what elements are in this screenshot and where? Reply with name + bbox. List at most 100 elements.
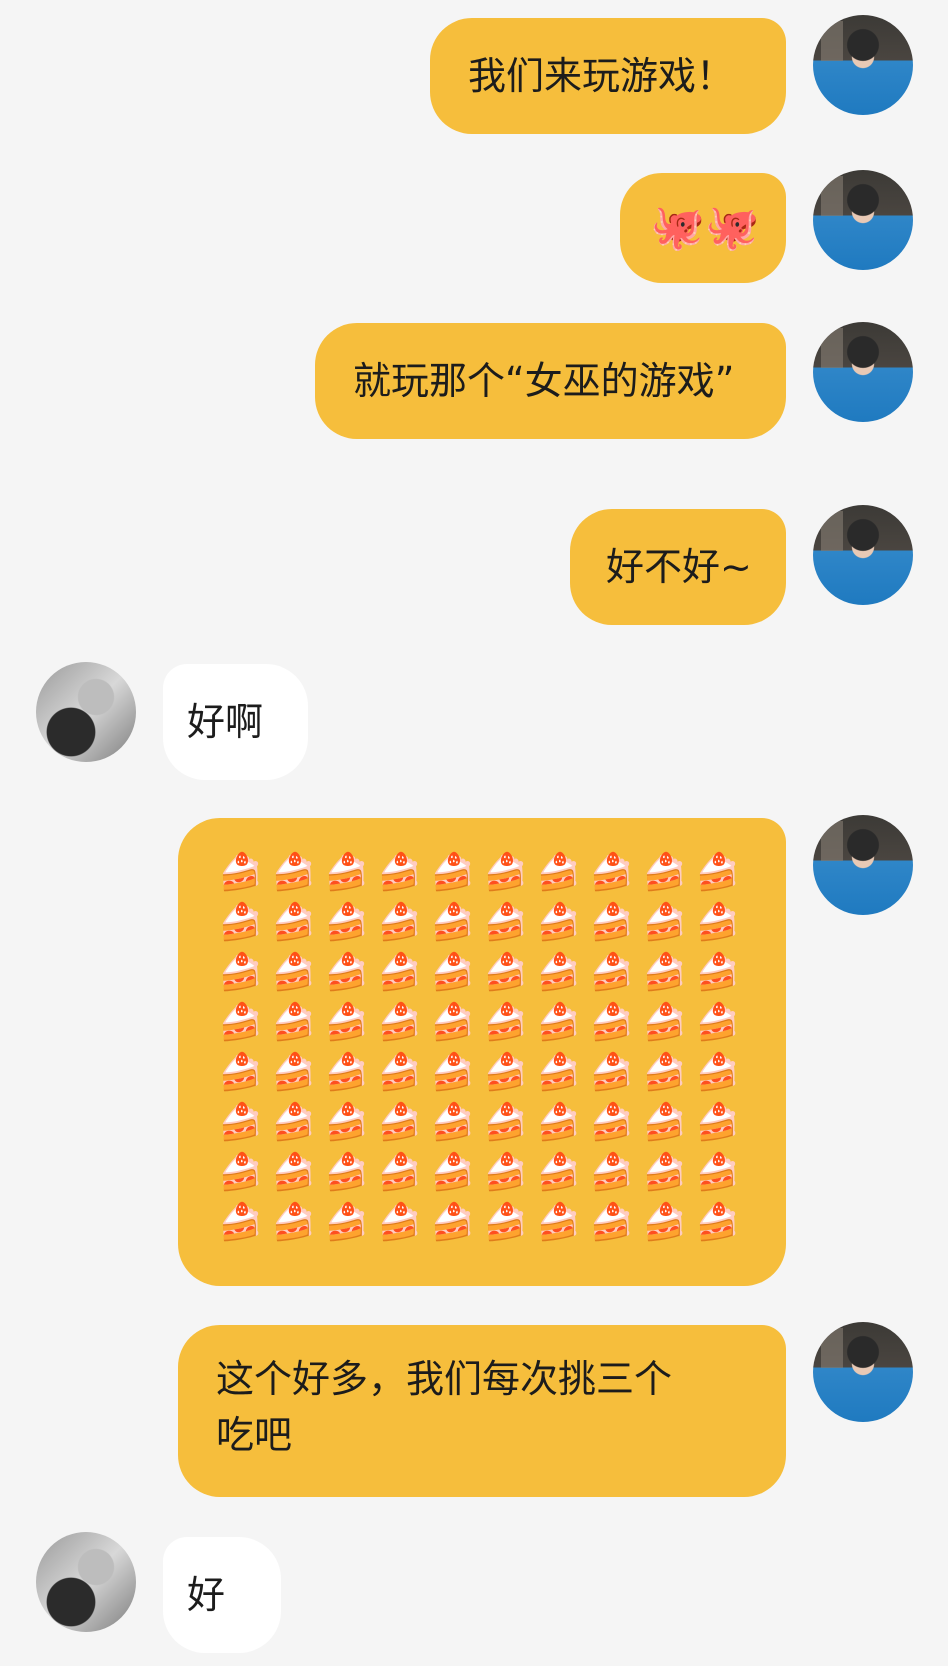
cake-emoji: 🍰	[377, 1102, 422, 1143]
cake-emoji: 🍰	[695, 1102, 740, 1143]
my-avatar[interactable]	[813, 1322, 913, 1422]
my-avatar[interactable]	[813, 505, 913, 605]
message-text: 好啊	[187, 700, 264, 744]
cake-emoji: 🍰	[483, 1202, 528, 1243]
message-bubble-3[interactable]: 就玩那个“女巫的游戏”	[315, 323, 786, 439]
cake-emoji: 🍰	[324, 1052, 369, 1093]
cake-emoji: 🍰	[271, 1052, 316, 1093]
cake-emoji: 🍰	[271, 1102, 316, 1143]
cake-emoji: 🍰	[642, 902, 687, 943]
cake-emoji: 🍰	[589, 1152, 634, 1193]
cake-emoji: 🍰	[483, 1002, 528, 1043]
cake-emoji: 🍰	[430, 1102, 475, 1143]
cake-emoji: 🍰	[271, 852, 316, 893]
cake-emoji: 🍰	[483, 1102, 528, 1143]
cake-emoji: 🍰	[483, 852, 528, 893]
cake-emoji: 🍰	[589, 1052, 634, 1093]
octopus-emoji-pair: 🐙🐙	[650, 202, 760, 253]
message-text: 就玩那个“女巫的游戏”	[353, 359, 735, 403]
cake-emoji: 🍰	[377, 952, 422, 993]
cake-emoji: 🍰	[430, 1052, 475, 1093]
message-bubble-4[interactable]: 好不好~	[570, 509, 786, 625]
cake-emoji: 🍰	[483, 902, 528, 943]
cake-emoji: 🍰	[324, 1002, 369, 1043]
cake-emoji: 🍰	[377, 902, 422, 943]
cake-emoji: 🍰	[695, 902, 740, 943]
cake-emoji: 🍰	[642, 1102, 687, 1143]
cake-emoji: 🍰	[218, 1052, 263, 1093]
cake-emoji: 🍰	[642, 1202, 687, 1243]
cake-emoji: 🍰	[483, 1152, 528, 1193]
cake-emoji: 🍰	[218, 1002, 263, 1043]
message-text: 我们来玩游戏！	[468, 54, 735, 98]
cake-emoji: 🍰	[271, 1152, 316, 1193]
cake-emoji: 🍰	[377, 1002, 422, 1043]
cake-emoji: 🍰	[271, 902, 316, 943]
cake-emoji: 🍰	[377, 852, 422, 893]
cake-emoji: 🍰	[218, 902, 263, 943]
cake-emoji: 🍰	[695, 852, 740, 893]
cake-emoji: 🍰	[218, 1102, 263, 1143]
cake-emoji: 🍰	[271, 952, 316, 993]
message-bubble-5[interactable]: 好啊	[163, 664, 308, 780]
cake-emoji: 🍰	[483, 1052, 528, 1093]
cake-emoji: 🍰	[377, 1152, 422, 1193]
cake-emoji: 🍰	[589, 1002, 634, 1043]
cake-emoji: 🍰	[324, 902, 369, 943]
cake-emoji: 🍰	[536, 902, 581, 943]
cake-emoji: 🍰	[324, 852, 369, 893]
cake-emoji: 🍰	[324, 1102, 369, 1143]
cake-emoji: 🍰	[536, 1152, 581, 1193]
message-bubble-7[interactable]: 这个好多，我们每次挑三个 吃吧	[178, 1325, 786, 1497]
cake-emoji: 🍰	[324, 952, 369, 993]
cake-emoji: 🍰	[642, 952, 687, 993]
cake-emoji-grid: 🍰 🍰 🍰 🍰 🍰 🍰 🍰 🍰 🍰 🍰 🍰 🍰 🍰 🍰 🍰 🍰 🍰 🍰 🍰 🍰 🍰 🍰 🍰 🍰 🍰 🍰 🍰 🍰 🍰 🍰 🍰 🍰 🍰 🍰 🍰 🍰 🍰 🍰 🍰 🍰…	[214, 848, 744, 1248]
cake-emoji: 🍰	[324, 1152, 369, 1193]
cake-emoji: 🍰	[536, 1202, 581, 1243]
cake-emoji: 🍰	[589, 902, 634, 943]
cake-emoji: 🍰	[642, 1002, 687, 1043]
message-bubble-1[interactable]: 我们来玩游戏！	[430, 18, 786, 134]
cake-emoji: 🍰	[536, 852, 581, 893]
cake-emoji: 🍰	[218, 1202, 263, 1243]
cake-emoji: 🍰	[536, 1002, 581, 1043]
cake-emoji: 🍰	[589, 1202, 634, 1243]
cake-emoji: 🍰	[377, 1202, 422, 1243]
cake-emoji: 🍰	[430, 1202, 475, 1243]
my-avatar[interactable]	[813, 170, 913, 270]
cake-emoji: 🍰	[218, 1152, 263, 1193]
my-avatar[interactable]	[813, 15, 913, 115]
message-bubble-8[interactable]: 好	[163, 1537, 281, 1653]
my-avatar[interactable]	[813, 322, 913, 422]
cake-emoji: 🍰	[218, 852, 263, 893]
cake-emoji: 🍰	[642, 1052, 687, 1093]
cake-emoji: 🍰	[642, 1152, 687, 1193]
cake-emoji: 🍰	[430, 1152, 475, 1193]
message-bubble-2[interactable]: 🐙🐙	[620, 173, 786, 283]
cake-emoji: 🍰	[695, 1002, 740, 1043]
cake-emoji: 🍰	[430, 1002, 475, 1043]
my-avatar[interactable]	[813, 815, 913, 915]
chat-area: 我们来玩游戏！ 🐙🐙 就玩那个“女巫的游戏” 好不好~ 好啊 🍰 🍰 🍰 🍰 🍰 🍰 🍰 🍰 🍰…	[0, 0, 948, 1666]
cake-emoji: 🍰	[695, 952, 740, 993]
cake-emoji: 🍰	[589, 852, 634, 893]
cake-emoji: 🍰	[536, 1102, 581, 1143]
friend-avatar[interactable]	[36, 662, 136, 762]
cake-emoji: 🍰	[589, 952, 634, 993]
friend-avatar[interactable]	[36, 1532, 136, 1632]
cake-emoji: 🍰	[695, 1052, 740, 1093]
cake-emoji: 🍰	[536, 952, 581, 993]
cake-emoji: 🍰	[430, 902, 475, 943]
message-text: 这个好多，我们每次挑三个 吃吧	[216, 1357, 673, 1457]
message-text: 好	[187, 1573, 226, 1617]
cake-emoji: 🍰	[377, 1052, 422, 1093]
cake-emoji: 🍰	[642, 852, 687, 893]
cake-emoji: 🍰	[271, 1002, 316, 1043]
cake-emoji: 🍰	[218, 952, 263, 993]
cake-emoji: 🍰	[430, 952, 475, 993]
cake-emoji: 🍰	[695, 1202, 740, 1243]
cake-emoji: 🍰	[324, 1202, 369, 1243]
cake-emoji: 🍰	[483, 952, 528, 993]
cake-emoji: 🍰	[536, 1052, 581, 1093]
cake-emoji: 🍰	[271, 1202, 316, 1243]
